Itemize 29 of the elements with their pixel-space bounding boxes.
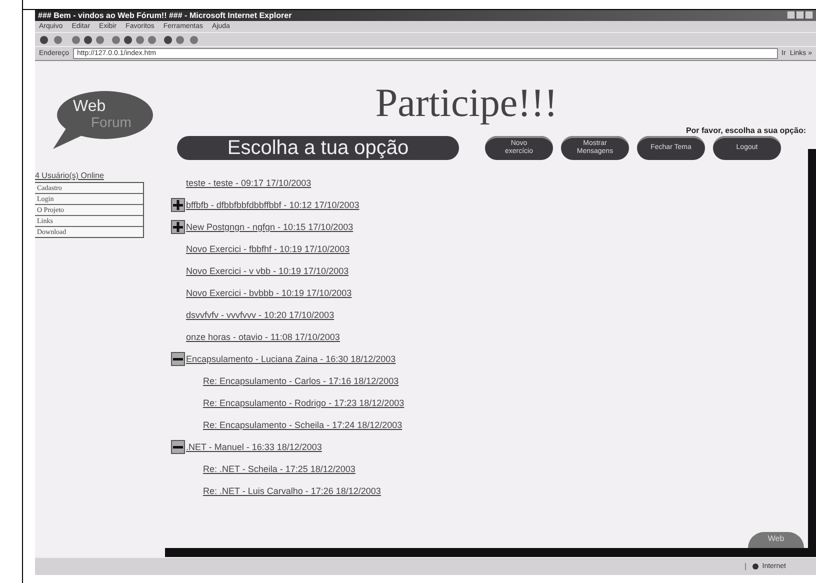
expand-icon[interactable] — [171, 198, 185, 212]
topic-link[interactable]: Novo Exercici - bvbbb - 10:19 17/10/2003 — [186, 288, 352, 298]
collapse-icon[interactable] — [171, 440, 185, 454]
topic-link[interactable]: .NET - Manuel - 16:33 18/12/2003 — [186, 442, 322, 452]
topic-link[interactable]: bffbfb - dfbbfbbfdbbffbbf - 10:12 17/10/2003 — [186, 200, 360, 210]
corner-logo: Web — [748, 532, 804, 548]
topic-link[interactable]: teste - teste - 09:17 17/10/2003 — [186, 178, 312, 188]
topic-link[interactable]: Re: .NET - Scheila - 17:25 18/12/2003 — [203, 464, 356, 474]
topic-link[interactable]: Re: Encapsulamento - Scheila - 17:24 18/12/2003 — [203, 420, 402, 430]
users-online-link[interactable]: 4 Usuário(s) Online — [35, 171, 165, 180]
page-heading: Participe!!! — [374, 79, 559, 126]
banner: Escolha a tua opção — [177, 136, 459, 160]
prompt-text: Por favor, escolha a sua opção: — [684, 126, 806, 135]
topic-link[interactable]: dsvvfvfv - vvvfvvv - 10:20 17/10/2003 — [186, 310, 334, 320]
horizontal-scrollbar[interactable] — [165, 548, 816, 557]
collapse-icon[interactable] — [171, 352, 185, 366]
topic-link[interactable]: Novo Exercici - v vbb - 10:19 17/10/2003 — [186, 266, 349, 276]
expand-icon[interactable] — [171, 220, 185, 234]
topic-link[interactable]: Re: Encapsulamento - Carlos - 17:16 18/12/2003 — [203, 376, 399, 386]
topic-link[interactable]: Novo Exercici - fbbfhf - 10:19 17/10/2003 — [186, 244, 350, 254]
topic-link[interactable]: Encapsulamento - Luciana Zaina - 16:30 18/12/2003 — [186, 354, 396, 364]
vertical-scrollbar[interactable] — [808, 149, 816, 548]
globe-icon — [752, 563, 760, 570]
topic-link[interactable]: Re: .NET - Luis Carvalho - 17:26 18/12/2003 — [203, 486, 381, 496]
topic-link[interactable]: onze horas - otavio - 11:08 17/10/2003 — [186, 332, 340, 342]
topic-link[interactable]: New Postgngn - ngfgn - 10:15 17/10/2003 — [186, 222, 354, 232]
topic-link[interactable]: Re: Encapsulamento - Rodrigo - 17:23 18/12/2003 — [203, 398, 404, 408]
window-title: ### Bem - vindos ao Web Fórum!! ### - Microsoft Internet Explorer — [38, 11, 292, 20]
window-controls-icon[interactable] — [787, 11, 813, 20]
